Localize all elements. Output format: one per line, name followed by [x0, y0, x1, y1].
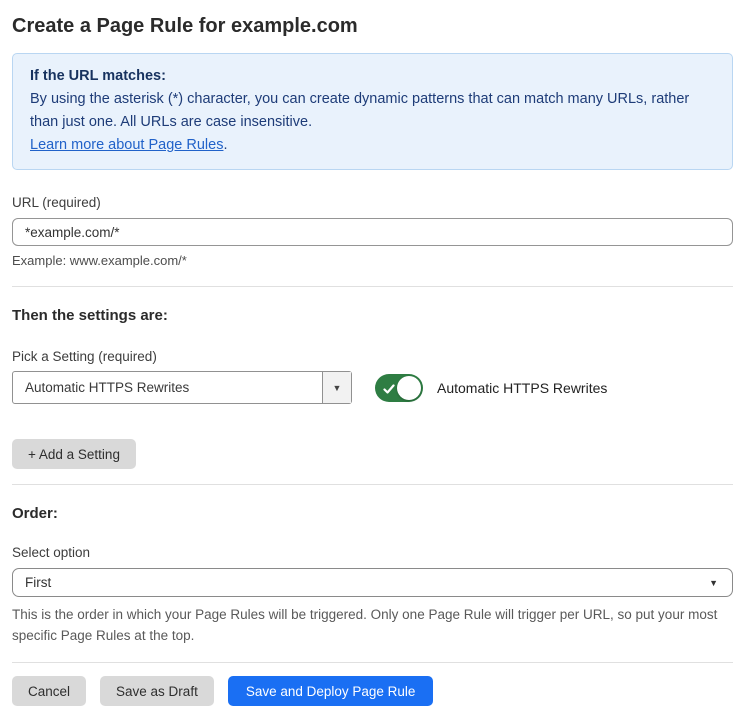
- info-box-body: By using the asterisk (*) character, you…: [30, 91, 690, 130]
- save-draft-button[interactable]: Save as Draft: [100, 676, 214, 706]
- info-box-heading: If the URL matches:: [30, 68, 166, 84]
- divider: [12, 286, 733, 287]
- dropdown-arrow-icon: ▼: [332, 382, 342, 393]
- url-label: URL (required): [12, 195, 101, 210]
- order-select[interactable]: First ▼: [12, 568, 733, 597]
- divider: [12, 484, 733, 485]
- setting-row: Automatic HTTPS Rewrites ▼ Automatic HTT…: [12, 371, 733, 404]
- order-section-heading: Order:: [12, 505, 58, 522]
- url-example-helper: Example: www.example.com/*: [12, 253, 187, 268]
- setting-toggle-label: Automatic HTTPS Rewrites: [437, 379, 608, 396]
- cancel-button[interactable]: Cancel: [12, 676, 87, 706]
- setting-dropdown[interactable]: Automatic HTTPS Rewrites ▼: [12, 371, 352, 404]
- info-box-link-line: Learn more about Page Rules.: [30, 134, 715, 157]
- create-page-rule-form: Create a Page Rule for example.com If th…: [0, 0, 743, 726]
- order-select-value: First: [25, 575, 52, 590]
- url-input[interactable]: [12, 218, 733, 246]
- select-option-label: Select option: [12, 545, 91, 560]
- checkmark-icon: [383, 382, 395, 400]
- footer-actions: Cancel Save as Draft Save and Deploy Pag…: [12, 676, 733, 706]
- pick-setting-label: Pick a Setting (required): [12, 349, 157, 364]
- link-suffix: .: [223, 137, 228, 153]
- url-matches-info-box: If the URL matches: By using the asteris…: [12, 53, 733, 170]
- dropdown-arrow-button[interactable]: ▼: [322, 372, 351, 403]
- setting-dropdown-value: Automatic HTTPS Rewrites: [25, 380, 190, 395]
- settings-section-heading: Then the settings are:: [12, 307, 168, 324]
- page-title: Create a Page Rule for example.com: [12, 15, 358, 37]
- divider: [12, 662, 733, 663]
- learn-more-link[interactable]: Learn more about Page Rules: [30, 137, 223, 153]
- save-deploy-button[interactable]: Save and Deploy Page Rule: [227, 676, 434, 706]
- setting-toggle[interactable]: [375, 373, 423, 402]
- order-helper-text: This is the order in which your Page Rul…: [12, 607, 718, 643]
- toggle-knob: [397, 375, 421, 400]
- select-chevron-icon: ▼: [709, 577, 718, 588]
- add-setting-button[interactable]: + Add a Setting: [12, 439, 136, 469]
